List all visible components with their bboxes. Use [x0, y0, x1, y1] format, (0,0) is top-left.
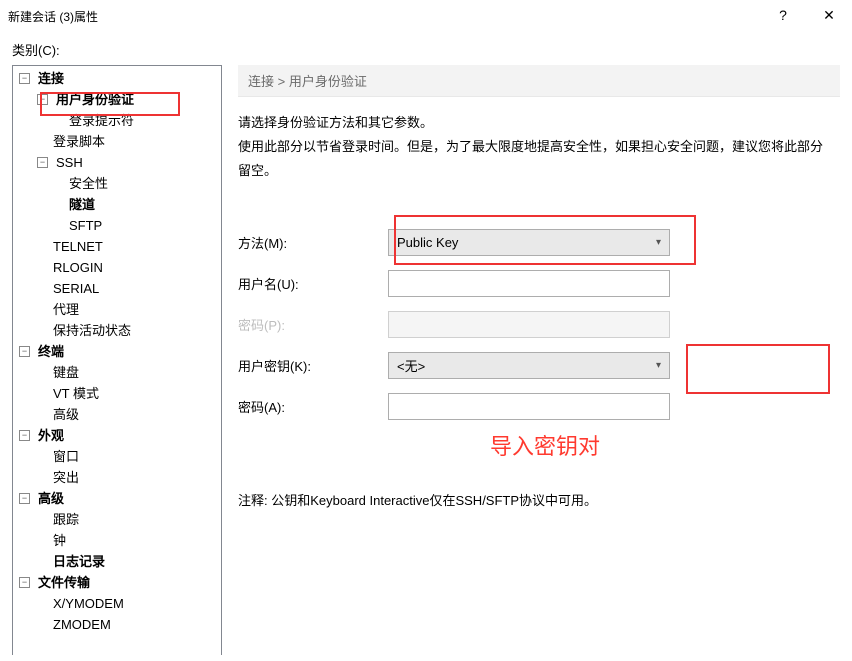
tree-item-vt-mode[interactable]: VT 模式	[15, 383, 221, 404]
help-button[interactable]: ?	[760, 0, 806, 30]
tree-item-xymodem[interactable]: X/YMODEM	[15, 593, 221, 614]
userkey-value: <无>	[397, 356, 425, 375]
tree-item-terminal[interactable]: −终端	[15, 341, 221, 362]
tree-item-file-transfer[interactable]: −文件传输	[15, 572, 221, 593]
close-button[interactable]: ✕	[806, 0, 852, 30]
footer-note: 注释: 公钥和Keyboard Interactive仅在SSH/SFTP协议中…	[238, 490, 840, 509]
tree-item-ssh[interactable]: −SSH	[15, 152, 221, 173]
username-input[interactable]	[388, 270, 670, 297]
tree-item-security[interactable]: 安全性	[15, 173, 221, 194]
method-select[interactable]: Public Key ▾	[388, 229, 670, 256]
tree-item-telnet[interactable]: TELNET	[15, 236, 221, 257]
titlebar: 新建会话 (3)属性 ? ✕	[0, 0, 852, 32]
tree-item-zmodem[interactable]: ZMODEM	[15, 614, 221, 635]
annotation-import-key: 导入密钥对	[490, 429, 600, 461]
collapse-icon[interactable]: −	[37, 157, 48, 168]
password-label: 密码(P):	[238, 315, 388, 334]
collapse-icon[interactable]: −	[19, 493, 30, 504]
tree-item-tunnel[interactable]: 隧道	[15, 194, 221, 215]
tree-item-window[interactable]: 窗口	[15, 446, 221, 467]
password-input	[388, 311, 670, 338]
tree-item-keyboard[interactable]: 键盘	[15, 362, 221, 383]
tree-item-login-script[interactable]: 登录脚本	[15, 131, 221, 152]
passphrase-input[interactable]	[388, 393, 670, 420]
desc-line2: 使用此部分以节省登录时间。但是，为了最大限度地提高安全性，如果担心安全问题，建议…	[238, 135, 832, 183]
window-title: 新建会话 (3)属性	[8, 8, 98, 25]
chevron-down-icon: ▾	[656, 360, 661, 371]
tree-item-proxy[interactable]: 代理	[15, 299, 221, 320]
method-value: Public Key	[397, 235, 458, 250]
description: 请选择身份验证方法和其它参数。 使用此部分以节省登录时间。但是，为了最大限度地提…	[238, 111, 840, 183]
tree-item-sftp[interactable]: SFTP	[15, 215, 221, 236]
collapse-icon[interactable]: −	[19, 577, 30, 588]
method-label: 方法(M):	[238, 233, 388, 252]
tree-item-rlogin[interactable]: RLOGIN	[15, 257, 221, 278]
tree-item-user-auth[interactable]: −用户身份验证	[15, 89, 221, 110]
tree-item-logging[interactable]: 日志记录	[15, 551, 221, 572]
tree-item-appearance[interactable]: −外观	[15, 425, 221, 446]
collapse-icon[interactable]: −	[19, 430, 30, 441]
collapse-icon[interactable]: −	[19, 346, 30, 357]
passphrase-label: 密码(A):	[238, 397, 388, 416]
tree-item-bell[interactable]: 钟	[15, 530, 221, 551]
collapse-icon[interactable]: −	[19, 73, 30, 84]
tree-item-highlight[interactable]: 突出	[15, 467, 221, 488]
breadcrumb: 连接 > 用户身份验证	[238, 65, 840, 97]
tree-item-login-prompt[interactable]: 登录提示符	[15, 110, 221, 131]
tree-item-connection[interactable]: −连接	[15, 68, 221, 89]
desc-line1: 请选择身份验证方法和其它参数。	[238, 111, 832, 135]
tree-item-trace[interactable]: 跟踪	[15, 509, 221, 530]
userkey-select[interactable]: <无> ▾	[388, 352, 670, 379]
tree-item-keep-alive[interactable]: 保持活动状态	[15, 320, 221, 341]
tree-item-advanced-appearance[interactable]: −高级	[15, 488, 221, 509]
tree-item-advanced-terminal[interactable]: 高级	[15, 404, 221, 425]
collapse-icon[interactable]: −	[37, 94, 48, 105]
category-label: 类别(C):	[12, 40, 840, 59]
settings-panel: 连接 > 用户身份验证 请选择身份验证方法和其它参数。 使用此部分以节省登录时间…	[222, 65, 840, 655]
userkey-label: 用户密钥(K):	[238, 356, 388, 375]
username-label: 用户名(U):	[238, 274, 388, 293]
tree-item-serial[interactable]: SERIAL	[15, 278, 221, 299]
chevron-down-icon: ▾	[656, 237, 661, 248]
category-tree: −连接 −用户身份验证 登录提示符 登录脚本 −SSH 安全性 隧道 SFTP …	[12, 65, 222, 655]
